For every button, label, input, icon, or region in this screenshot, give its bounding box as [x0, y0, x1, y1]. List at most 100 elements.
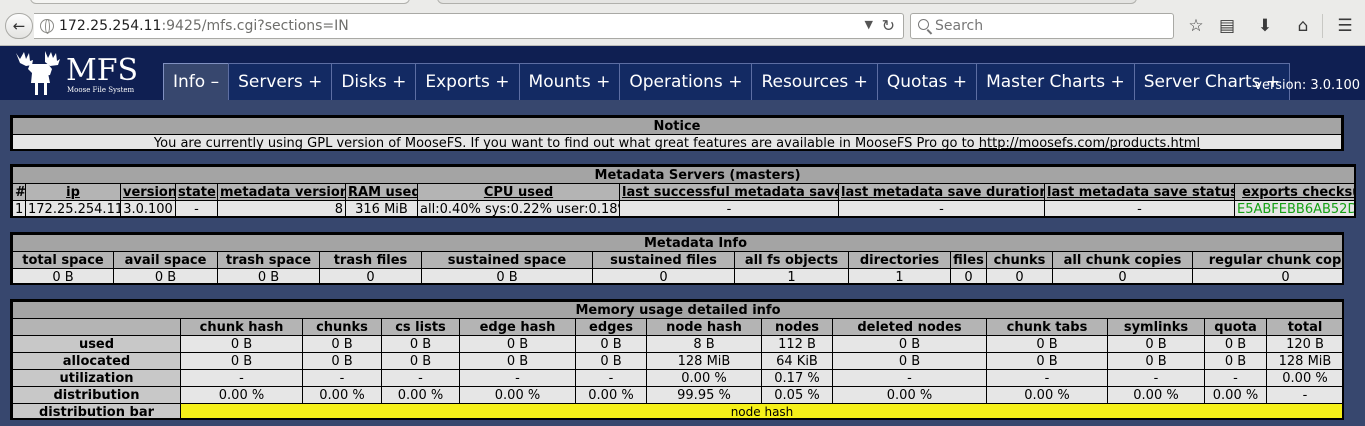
- col-state[interactable]: state: [175, 183, 218, 201]
- metadata-servers-header-row: # ip version state metadata version RAM …: [12, 183, 1354, 201]
- table-cell: 0 B: [832, 335, 987, 353]
- reading-list-icon[interactable]: ▤: [1215, 14, 1239, 38]
- menu-master-charts[interactable]: Master Charts +: [976, 63, 1135, 100]
- cell-sustained-files: 0: [592, 268, 735, 283]
- cell-save-status: -: [1044, 200, 1235, 216]
- col-metadata-version[interactable]: metadata version: [217, 183, 346, 201]
- cell-cpu-used: all:0.40% sys:0.22% user:0.18%: [417, 200, 620, 216]
- row-label-allocated: allocated: [12, 352, 181, 370]
- menu-exports[interactable]: Exports +: [415, 63, 520, 100]
- table-cell: 0 B: [986, 352, 1108, 370]
- table-cell: 112 B: [761, 335, 833, 353]
- cell-all-fs-objects: 1: [734, 268, 849, 283]
- tab-inactive[interactable]: [437, 0, 1137, 4]
- col-avail-space: avail space: [113, 251, 218, 269]
- row-label-distribution-bar: distribution bar: [12, 403, 181, 418]
- col-ip[interactable]: ip: [25, 183, 121, 201]
- col-ram-used[interactable]: RAM used: [345, 183, 418, 201]
- row-label-used: used: [12, 335, 181, 353]
- memory-usage-header-row: chunk hash chunks cs lists edge hash edg…: [12, 318, 1342, 336]
- table-cell: 0 B: [1204, 335, 1267, 353]
- col-edges: edges: [575, 318, 647, 336]
- distribution-bar: node hash: [180, 403, 1342, 419]
- table-cell: -: [1107, 369, 1205, 387]
- col-regular-chunk-copies: regular chunk copies: [1191, 251, 1342, 269]
- table-row: 0 B 0 B 0 B 0 0 B 0 1 1 0 0 0 0: [12, 268, 1342, 283]
- metadata-servers-panel: Metadata Servers (masters) # ip version …: [10, 164, 1356, 218]
- col-nodes: nodes: [761, 318, 833, 336]
- notice-title: Notice: [12, 117, 1342, 135]
- browser-toolbar: ← 172.25.254.11:9425/mfs.cgi?sections=IN…: [0, 0, 1365, 46]
- table-cell: 0.00 %: [1266, 369, 1342, 387]
- col-symlinks: symlinks: [1107, 318, 1205, 336]
- row-label-utilization: utilization: [12, 369, 181, 387]
- url-text[interactable]: 172.25.254.11:9425/mfs.cgi?sections=IN: [59, 18, 349, 34]
- table-cell: 0 B: [459, 352, 576, 370]
- menu-icon[interactable]: ☰: [1333, 14, 1357, 38]
- table-cell: 0.00 %: [832, 386, 987, 404]
- col-exports-checksum[interactable]: exports checksum: [1233, 183, 1354, 201]
- cell-directories: 1: [848, 268, 951, 283]
- col-files: files: [950, 251, 987, 269]
- distribution-bar-label: node hash: [730, 404, 794, 419]
- table-cell: 8 B: [646, 335, 762, 353]
- col-trash-files: trash files: [319, 251, 422, 269]
- cell-metadata-version: 8: [217, 200, 346, 216]
- col-save-status[interactable]: last metadata save status: [1044, 183, 1235, 201]
- col-quota: quota: [1204, 318, 1267, 336]
- col-cpu-used[interactable]: CPU used: [417, 183, 620, 201]
- url-dropdown-icon[interactable]: ▼: [865, 18, 873, 31]
- table-cell: 0 B: [180, 335, 303, 353]
- table-row: utilization - - - - - 0.00 % 0.17 % - - …: [12, 369, 1342, 387]
- table-cell: 0 B: [575, 335, 647, 353]
- col-save-duration[interactable]: last metadata save duration: [838, 183, 1045, 201]
- tab-active[interactable]: [30, 0, 410, 4]
- products-link[interactable]: http://moosefs.com/products.html: [979, 136, 1200, 150]
- table-cell: -: [381, 369, 460, 387]
- url-bar[interactable]: 172.25.254.11:9425/mfs.cgi?sections=IN ▼…: [34, 13, 904, 39]
- table-cell: 99.95 %: [646, 386, 762, 404]
- table-cell: 128 MiB: [1266, 352, 1342, 370]
- search-box[interactable]: [910, 13, 1174, 39]
- tab-strip: [0, 0, 1365, 4]
- col-deleted-nodes: deleted nodes: [832, 318, 987, 336]
- menu-servers[interactable]: Servers +: [228, 63, 333, 100]
- notice-table: Notice You are currently using GPL versi…: [12, 117, 1342, 151]
- col-chunk-hash: chunk hash: [180, 318, 303, 336]
- cell-total-space: 0 B: [12, 268, 114, 283]
- col-version[interactable]: version: [120, 183, 176, 201]
- table-cell: -: [832, 369, 987, 387]
- cell-regular-chunk-copies: 0: [1191, 268, 1342, 283]
- main-menu: Info – Servers + Disks + Exports + Mount…: [163, 63, 1291, 100]
- home-icon[interactable]: ⌂: [1291, 14, 1315, 38]
- table-cell: 0.00 %: [381, 386, 460, 404]
- table-cell: 0.17 %: [761, 369, 833, 387]
- search-input[interactable]: [935, 17, 1165, 35]
- menu-quotas[interactable]: Quotas +: [876, 63, 978, 100]
- table-cell: 0 B: [575, 352, 647, 370]
- table-cell: 0 B: [302, 335, 382, 353]
- bookmark-star-icon[interactable]: ☆: [1184, 14, 1208, 38]
- mfs-header: MFS Moose File System Info – Servers + D…: [0, 46, 1365, 100]
- menu-mounts[interactable]: Mounts +: [518, 63, 621, 100]
- notice-text: You are currently using GPL version of M…: [12, 134, 1342, 151]
- menu-disks[interactable]: Disks +: [331, 63, 417, 100]
- table-cell: 64 KiB: [761, 352, 833, 370]
- menu-operations[interactable]: Operations +: [619, 63, 753, 100]
- table-cell: 0 B: [302, 352, 382, 370]
- reload-icon[interactable]: ↻: [882, 16, 895, 35]
- table-cell: -: [1204, 369, 1267, 387]
- menu-info[interactable]: Info –: [163, 63, 230, 100]
- table-row: allocated 0 B 0 B 0 B 0 B 0 B 128 MiB 64…: [12, 352, 1342, 370]
- col-all-chunk-copies: all chunk copies: [1052, 251, 1193, 269]
- back-arrow-icon[interactable]: ←: [5, 13, 33, 39]
- table-cell: 0.00 %: [1204, 386, 1267, 404]
- menu-resources[interactable]: Resources +: [751, 63, 878, 100]
- table-cell: 0.00 %: [302, 386, 382, 404]
- download-icon[interactable]: ⬇: [1253, 14, 1277, 38]
- table-cell: 0 B: [1107, 352, 1205, 370]
- notice-message: You are currently using GPL version of M…: [153, 135, 979, 151]
- col-last-save[interactable]: last successful metadata save: [619, 183, 839, 201]
- table-cell: 0.00 %: [646, 369, 762, 387]
- table-cell: 0 B: [1204, 352, 1267, 370]
